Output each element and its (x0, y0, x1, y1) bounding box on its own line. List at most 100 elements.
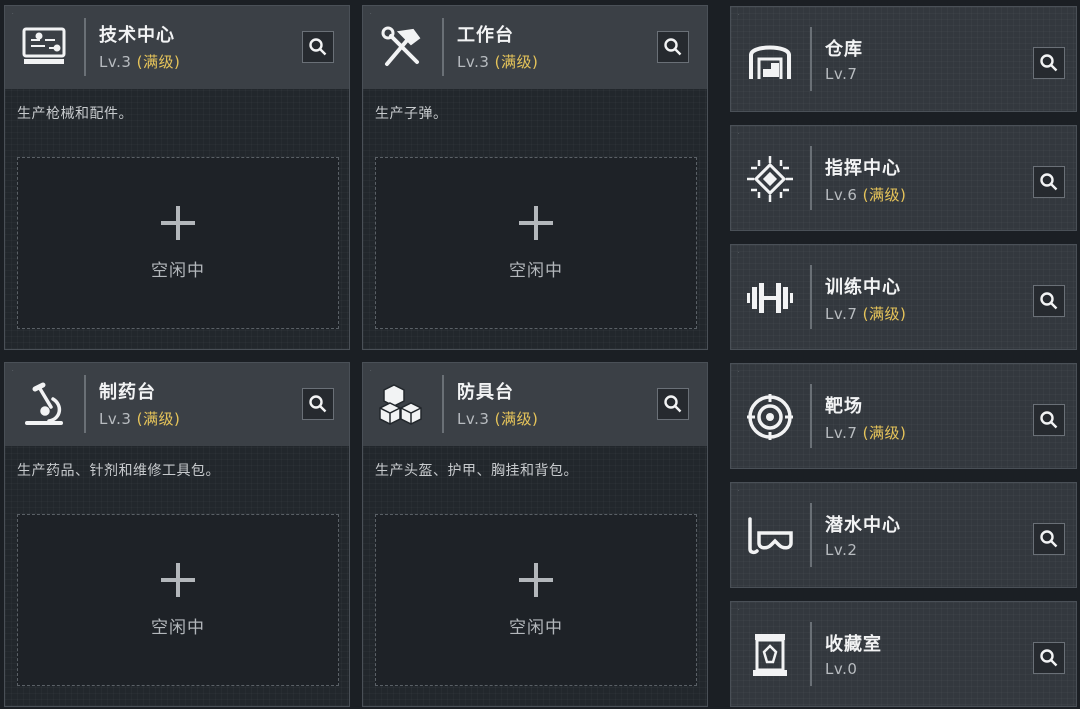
max-level-badge: (满级) (494, 53, 539, 71)
card-tag: · (370, 11, 372, 17)
max-level-badge: (满级) (494, 410, 539, 428)
card-tag: · (738, 488, 740, 494)
facility-card-command-center[interactable]: · 指挥中心 Lv.6 (满级) (730, 125, 1077, 231)
plus-icon (161, 562, 195, 597)
warehouse-icon (743, 33, 797, 87)
workshop-card-pharmacy[interactable]: · 制药台 Lv.3 (满级) 生产药品、针剂和维修工具包。 空闲中 (4, 362, 350, 707)
dumbbell-icon (743, 271, 797, 325)
workshop-description: 生产头盔、护甲、胸挂和背包。 (375, 463, 578, 479)
facility-level: Lv.2 (825, 541, 858, 559)
header-divider (84, 18, 86, 76)
chip-icon (743, 152, 797, 206)
card-header: · 潜水中心 Lv.2 (731, 483, 1076, 587)
card-tag: · (12, 11, 14, 17)
card-tag: · (738, 369, 740, 375)
microscope-icon (17, 377, 71, 431)
search-icon (1040, 54, 1058, 72)
facility-title: 训练中心 (825, 277, 901, 298)
workshop-level: Lv.3 (满级) (457, 53, 539, 71)
max-level-badge: (满级) (862, 186, 907, 204)
card-header: · 靶场 Lv.7 (满级) (731, 364, 1076, 468)
facility-level: Lv.6 (满级) (825, 186, 907, 204)
search-button[interactable] (1033, 404, 1065, 436)
card-header: · 制药台 Lv.3 (满级) (5, 363, 349, 446)
facility-card-collection-room[interactable]: · 收藏室 Lv.0 (730, 601, 1077, 707)
search-button[interactable] (1033, 47, 1065, 79)
production-slot[interactable]: 空闲中 (17, 157, 339, 329)
search-button[interactable] (1033, 166, 1065, 198)
display-case-icon (743, 628, 797, 682)
workshop-title: 技术中心 (99, 25, 175, 46)
card-tag: · (370, 368, 372, 374)
card-tag: · (738, 250, 740, 256)
facility-card-training-center[interactable]: · 训练中心 Lv.7 (满级) (730, 244, 1077, 350)
search-button[interactable] (657, 31, 689, 63)
header-divider (810, 503, 812, 567)
workshop-description: 生产枪械和配件。 (17, 106, 133, 122)
search-icon (664, 395, 682, 413)
facility-level: Lv.0 (825, 660, 858, 678)
facility-title: 潜水中心 (825, 515, 901, 536)
search-icon (309, 395, 327, 413)
facility-level: Lv.7 (满级) (825, 424, 907, 442)
card-tag: · (738, 12, 740, 18)
search-icon (1040, 649, 1058, 667)
slot-status: 空闲中 (151, 260, 205, 281)
workshop-level: Lv.3 (满级) (457, 410, 539, 428)
plus-icon (519, 205, 553, 240)
header-divider (810, 622, 812, 686)
slot-status: 空闲中 (151, 617, 205, 638)
card-header: · 仓库 Lv.7 (731, 7, 1076, 111)
workshop-level: Lv.3 (满级) (99, 53, 181, 71)
target-icon (743, 390, 797, 444)
plus-icon (161, 205, 195, 240)
search-button[interactable] (1033, 523, 1065, 555)
workshop-title: 制药台 (99, 382, 156, 403)
header-divider (810, 27, 812, 91)
header-divider (442, 18, 444, 76)
workshop-card-workbench[interactable]: · 工作台 Lv.3 (满级) 生产子弹。 空闲中 (362, 5, 708, 350)
max-level-badge: (满级) (862, 305, 907, 323)
header-divider (810, 384, 812, 448)
search-icon (1040, 411, 1058, 429)
facility-title: 指挥中心 (825, 158, 901, 179)
facility-card-warehouse[interactable]: · 仓库 Lv.7 (730, 6, 1077, 112)
workshop-description: 生产子弹。 (375, 106, 448, 122)
header-divider (810, 146, 812, 210)
search-button[interactable] (1033, 642, 1065, 674)
max-level-badge: (满级) (136, 53, 181, 71)
card-tag: · (738, 607, 740, 613)
search-button[interactable] (1033, 285, 1065, 317)
facility-level: Lv.7 (满级) (825, 305, 907, 323)
workshop-title: 防具台 (457, 382, 514, 403)
computer-icon (17, 20, 71, 74)
max-level-badge: (满级) (862, 424, 907, 442)
facility-card-shooting-range[interactable]: · 靶场 Lv.7 (满级) (730, 363, 1077, 469)
facility-level: Lv.7 (825, 65, 858, 83)
card-header: · 收藏室 Lv.0 (731, 602, 1076, 706)
workshop-card-armory[interactable]: · 防具台 Lv.3 (满级) 生产头盔、护甲、胸挂和背包。 空闲中 (362, 362, 708, 707)
search-button[interactable] (657, 388, 689, 420)
facility-title: 靶场 (825, 396, 863, 417)
card-header: · 技术中心 Lv.3 (满级) (5, 6, 349, 89)
workshop-card-tech-center[interactable]: · 技术中心 Lv.3 (满级) 生产枪械和配件。 空闲中 (4, 5, 350, 350)
slot-status: 空闲中 (509, 260, 563, 281)
diving-mask-icon (743, 509, 797, 563)
header-divider (84, 375, 86, 433)
search-button[interactable] (302, 31, 334, 63)
header-divider (810, 265, 812, 329)
search-icon (664, 38, 682, 56)
facility-title: 仓库 (825, 39, 863, 60)
plus-icon (519, 562, 553, 597)
production-slot[interactable]: 空闲中 (375, 157, 697, 329)
card-tag: · (738, 131, 740, 137)
production-slot[interactable]: 空闲中 (375, 514, 697, 686)
workshop-description: 生产药品、针剂和维修工具包。 (17, 463, 220, 479)
workshop-level: Lv.3 (满级) (99, 410, 181, 428)
search-icon (1040, 173, 1058, 191)
search-button[interactable] (302, 388, 334, 420)
workshop-title: 工作台 (457, 25, 514, 46)
max-level-badge: (满级) (136, 410, 181, 428)
facility-card-diving-center[interactable]: · 潜水中心 Lv.2 (730, 482, 1077, 588)
production-slot[interactable]: 空闲中 (17, 514, 339, 686)
